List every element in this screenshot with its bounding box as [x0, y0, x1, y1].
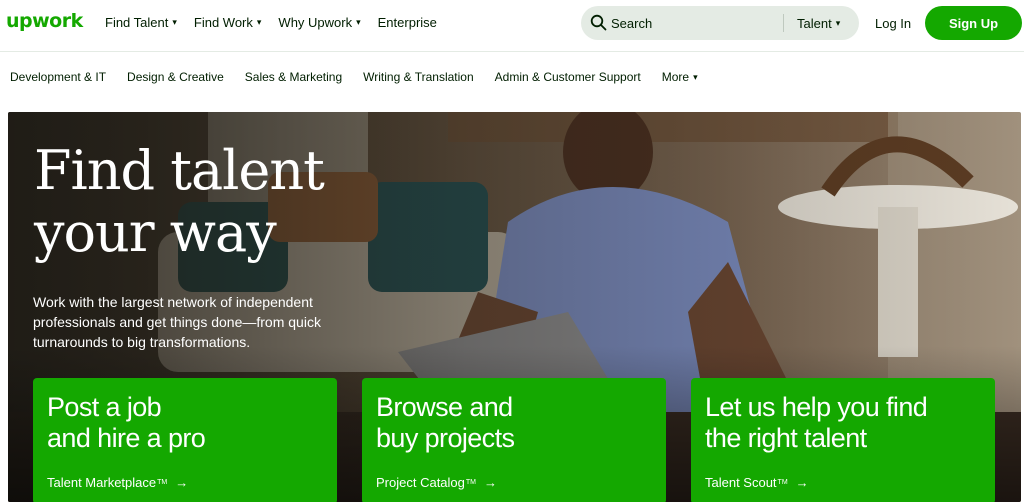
category-nav: Development & IT Design & Creative Sales… [10, 70, 719, 84]
card-title-line2: and hire a pro [47, 423, 206, 453]
chevron-down-icon: ▾ [172, 17, 177, 27]
card-title-line2: buy projects [376, 423, 515, 453]
category-more[interactable]: More ▾ [662, 70, 698, 84]
chevron-down-icon: ▾ [835, 18, 841, 28]
card-title: Let us help you find the right talent [705, 392, 981, 454]
category-development-it[interactable]: Development & IT [10, 70, 106, 84]
card-link-label: Project Catalog [376, 475, 465, 490]
nav-why-upwork-label: Why Upwork [278, 15, 353, 30]
nav-find-work[interactable]: Find Work ▾ [194, 15, 262, 30]
login-link[interactable]: Log In [875, 16, 911, 31]
card-title: Post a job and hire a pro [47, 392, 323, 454]
card-browse-projects[interactable]: Browse and buy projects Project Catalog … [362, 378, 666, 502]
arrow-right-icon: → [795, 475, 809, 490]
talent-marketplace-link[interactable]: Talent Marketplace TM → [47, 475, 188, 490]
nav-enterprise[interactable]: Enterprise [378, 15, 437, 30]
arrow-right-icon: → [175, 475, 189, 490]
upwork-logo[interactable]: upwork [6, 10, 83, 32]
hero-subtitle: Work with the largest network of indepen… [33, 294, 321, 350]
search-divider [783, 14, 784, 32]
category-sales-marketing[interactable]: Sales & Marketing [245, 70, 342, 84]
arrow-right-icon: → [484, 475, 497, 490]
card-link-label: Talent Marketplace [47, 475, 157, 490]
chevron-down-icon: ▾ [693, 71, 698, 82]
category-design-creative[interactable]: Design & Creative [127, 70, 224, 84]
header-divider [0, 51, 1024, 52]
card-title-line1: Let us help you find [705, 392, 928, 422]
nav-find-work-label: Find Work [193, 15, 253, 30]
category-writing-translation[interactable]: Writing & Translation [363, 70, 474, 84]
chevron-down-icon: ▾ [256, 17, 262, 27]
hero-title-line2: your way [34, 201, 277, 264]
trademark-mark: TM [157, 479, 168, 486]
search-bar[interactable]: Search Talent ▾ [581, 6, 859, 40]
chevron-down-icon: ▾ [356, 17, 361, 27]
hero-banner: Find talent your way Work with the large… [8, 112, 1021, 502]
nav-enterprise-label: Enterprise [377, 15, 437, 30]
category-admin-support[interactable]: Admin & Customer Support [495, 70, 641, 84]
card-title-line2: the right talent [705, 423, 867, 453]
nav-find-talent[interactable]: Find Talent ▾ [105, 15, 177, 30]
signup-button[interactable]: Sign Up [925, 6, 1022, 40]
card-talent-scout[interactable]: Let us help you find the right talent Ta… [691, 378, 995, 502]
nav-find-talent-label: Find Talent [105, 15, 169, 30]
trademark-mark: TM [777, 479, 788, 486]
card-title-line1: Browse and [376, 392, 513, 422]
trademark-mark: TM [465, 479, 476, 486]
top-navigation: upwork Find Talent ▾ Find Work ▾ Why Upw… [0, 0, 1024, 47]
hero-title: Find talent your way [34, 139, 325, 264]
search-scope-dropdown[interactable]: Talent ▾ [797, 16, 840, 31]
search-icon [590, 14, 607, 31]
talent-scout-link[interactable]: Talent Scout TM → [705, 475, 809, 490]
project-catalog-link[interactable]: Project Catalog TM → [376, 475, 497, 490]
card-title-line1: Post a job [47, 392, 162, 422]
search-scope-label: Talent [797, 16, 832, 31]
main-nav: Find Talent ▾ Find Work ▾ Why Upwork ▾ E… [105, 15, 454, 30]
card-title: Browse and buy projects [376, 392, 652, 454]
card-link-label: Talent Scout [705, 475, 777, 490]
hero-title-line1: Find talent [34, 139, 325, 202]
search-input[interactable]: Search [611, 16, 652, 31]
nav-why-upwork[interactable]: Why Upwork ▾ [278, 15, 360, 30]
card-post-job[interactable]: Post a job and hire a pro Talent Marketp… [33, 378, 337, 502]
category-more-label: More [661, 70, 690, 84]
